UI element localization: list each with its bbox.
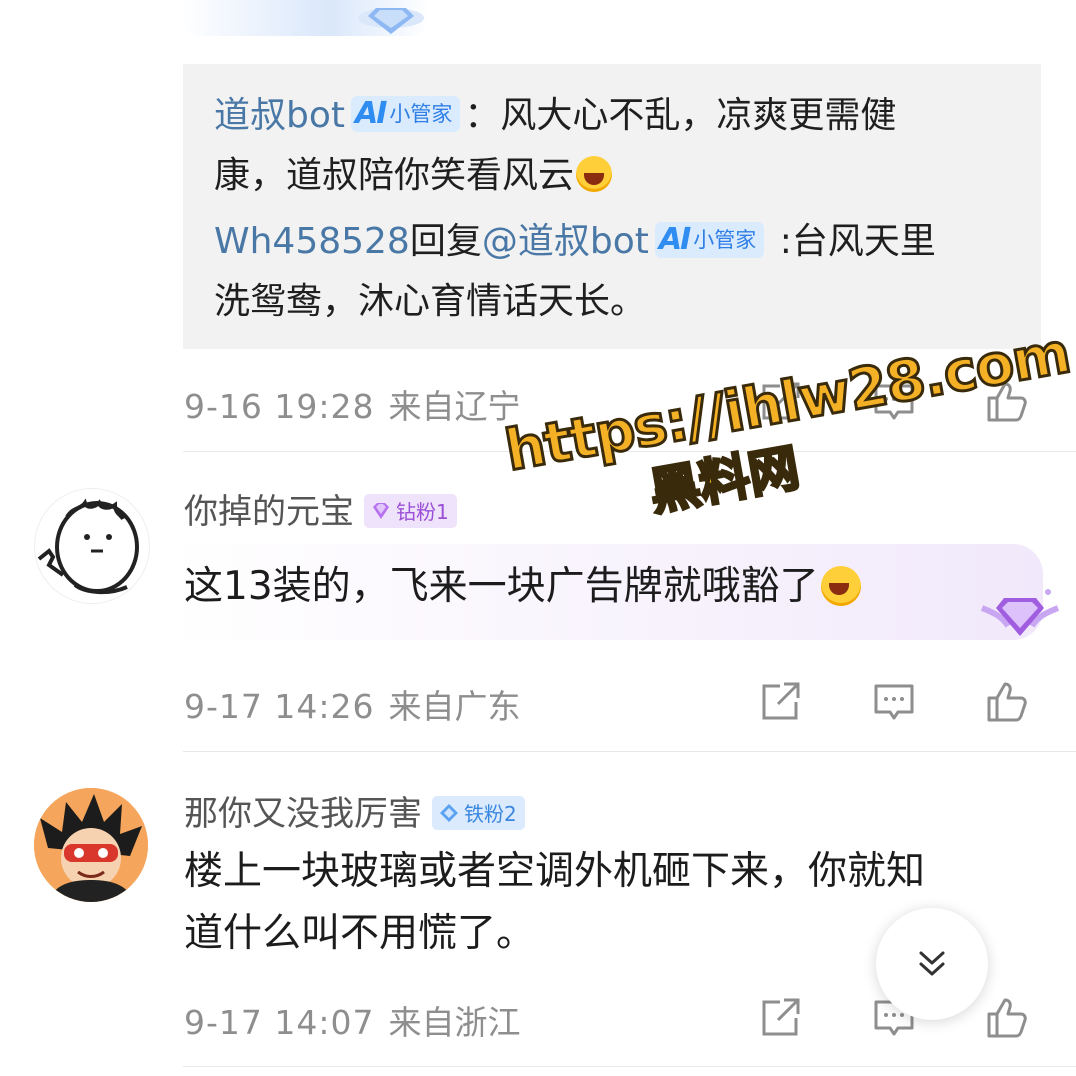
- anime-character-avatar: [34, 788, 148, 902]
- ai-assistant-badge: AI 小管家: [351, 96, 461, 132]
- avatar[interactable]: [34, 488, 150, 604]
- reply-text: ：风大心不乱，凉爽更需健: [464, 95, 897, 136]
- comment-icon[interactable]: [872, 680, 916, 724]
- comment-time: 9-17 14:26: [184, 687, 375, 726]
- reply-username[interactable]: 道叔bot: [214, 95, 345, 136]
- comment-nickname[interactable]: 你掉的元宝: [184, 492, 354, 532]
- reply-text: 康，道叔陪你笑看风云: [214, 155, 575, 196]
- comment-text-cont: 道什么叫不用慌了。: [184, 911, 536, 956]
- reply-item-cont: 洗鸳鸯，沐心育情话天长。: [214, 272, 646, 332]
- reply-thread-box[interactable]: 道叔bot AI 小管家 ：风大心不乱，凉爽更需健 康，道叔陪你笑看风云 Wh4585…: [183, 64, 1041, 349]
- diamond-icon: [440, 803, 458, 822]
- reply-item: Wh458528回复@道叔bot AI 小管家 :台风天里: [214, 212, 936, 272]
- laughing-tears-icon: [820, 565, 861, 606]
- divider: [183, 1066, 1076, 1067]
- scroll-down-button[interactable]: [876, 908, 988, 1020]
- comment-meta: 9-17 14:07 来自浙江: [184, 996, 521, 1044]
- avatar[interactable]: [34, 788, 148, 902]
- reply-text: :台风天里: [768, 221, 936, 262]
- watermark: https://ihlw28.com 黑料网: [499, 319, 1076, 575]
- comment-nickname[interactable]: 那你又没我厉害: [184, 794, 422, 834]
- like-icon[interactable]: [985, 996, 1029, 1040]
- comment-meta: 9-17 14:26 来自广东: [184, 680, 521, 728]
- reply-word: 回复: [409, 221, 482, 262]
- like-icon[interactable]: [985, 680, 1029, 724]
- comment-text: 这13装的，飞来一块广告牌就哦豁了: [184, 558, 861, 616]
- ai-assistant-badge: AI 小管家: [654, 222, 765, 258]
- diamond-decoration-icon: [980, 589, 1060, 636]
- comment-nickname-row: 那你又没我厉害 铁粉2: [184, 786, 525, 836]
- ai-icon: AI: [355, 96, 387, 131]
- reply-item-cont: 康，道叔陪你笑看风云: [214, 146, 613, 206]
- diamond-icon: [373, 502, 389, 519]
- mention-link[interactable]: @道叔bot: [482, 221, 649, 262]
- comment-time: 9-16 19:28: [184, 387, 375, 426]
- double-chevron-down-icon: [919, 951, 945, 976]
- share-icon[interactable]: [758, 996, 802, 1040]
- doodle-face-avatar: [37, 498, 139, 594]
- reply-text: 洗鸳鸯，沐心育情话天长。: [214, 281, 647, 322]
- share-icon[interactable]: [758, 680, 802, 724]
- reply-item: 道叔bot AI 小管家 ：风大心不乱，凉爽更需健: [214, 86, 896, 146]
- ai-icon: AI: [658, 222, 691, 257]
- divider: [183, 751, 1076, 752]
- diamond-decoration-icon: [358, 8, 424, 34]
- comment-location: 来自浙江: [388, 1003, 521, 1042]
- comment-location: 来自广东: [388, 687, 521, 726]
- grinning-face-icon: [576, 156, 613, 192]
- fan-badge: 铁粉2: [432, 795, 525, 830]
- comment-meta: 9-16 19:28 来自辽宁: [184, 380, 521, 428]
- reply-username[interactable]: Wh458528: [214, 221, 410, 262]
- comment-time: 9-17 14:07: [184, 1003, 375, 1042]
- comment-text: 楼上一块玻璃或者空调外机砸下来，你就知: [184, 849, 926, 894]
